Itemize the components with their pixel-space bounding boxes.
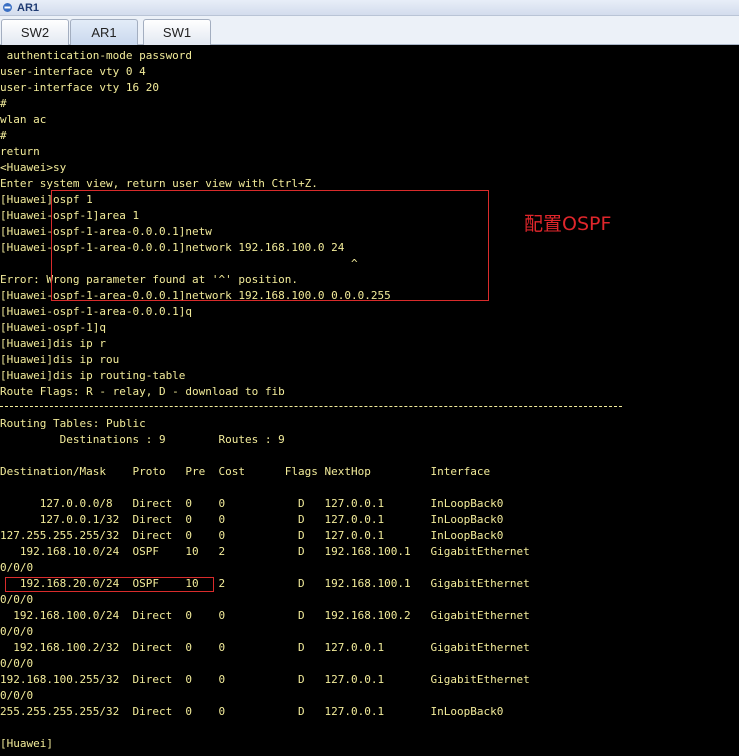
terminal-line: 192.168.10.0/24 OSPF 10 2 D 192.168.100.… [0, 545, 530, 558]
window-title: AR1 [17, 1, 40, 14]
annotation-box-ospf-route [5, 577, 214, 592]
terminal-line: 127.0.0.1/32 Direct 0 0 D 127.0.0.1 InLo… [0, 513, 504, 526]
terminal-line: Destinations : 9 Routes : 9 [0, 433, 285, 446]
terminal-line: Route Flags: R - relay, D - download to … [0, 385, 285, 398]
tab-ar1[interactable]: AR1 [70, 19, 138, 45]
terminal-line: 127.255.255.255/32 Direct 0 0 D 127.0.0.… [0, 529, 504, 542]
terminal-line: 0/0/0 [0, 561, 34, 574]
tab-sw2[interactable]: SW2 [1, 19, 69, 45]
app-icon [3, 3, 12, 12]
terminal-line: return [0, 145, 40, 158]
terminal-line: 192.168.100.2/32 Direct 0 0 D 127.0.0.1 … [0, 641, 530, 654]
terminal-line: 0/0/0 [0, 689, 34, 702]
terminal-line: <Huawei>sy [0, 161, 67, 174]
terminal-console[interactable]: authentication-mode password user-interf… [0, 46, 739, 756]
terminal-line: user-interface vty 0 4 [0, 65, 146, 78]
terminal-line: 0/0/0 [0, 625, 34, 638]
terminal-line: user-interface vty 16 20 [0, 81, 159, 94]
terminal-line: wlan ac [0, 113, 47, 126]
terminal-line: authentication-mode password [0, 49, 193, 62]
terminal-line: 255.255.255.255/32 Direct 0 0 D 127.0.0.… [0, 705, 504, 718]
tab-sw1[interactable]: SW1 [143, 19, 211, 45]
window-titlebar: AR1 [0, 0, 739, 16]
terminal-line: # [0, 129, 7, 142]
terminal-line: # [0, 97, 7, 110]
terminal-prompt: [Huawei] [0, 737, 53, 750]
annotation-label: 配置OSPF [524, 213, 612, 235]
terminal-line: Destination/Mask Proto Pre Cost Flags Ne… [0, 465, 491, 478]
terminal-line: 0/0/0 [0, 657, 34, 670]
annotation-box-ospf-config [51, 190, 489, 301]
terminal-line: 0/0/0 [0, 593, 34, 606]
terminal-line: [Huawei-ospf-1-area-0.0.0.1]q [0, 305, 193, 318]
terminal-line: [Huawei-ospf-1]q [0, 321, 106, 334]
terminal-line: 127.0.0.0/8 Direct 0 0 D 127.0.0.1 InLoo… [0, 497, 504, 510]
separator-rule [0, 406, 622, 407]
tab-bar: SW2 AR1 SW1 [0, 16, 739, 45]
terminal-line: Routing Tables: Public [0, 417, 146, 430]
terminal-line: [Huawei]dis ip routing-table [0, 369, 186, 382]
terminal-line: 192.168.100.0/24 Direct 0 0 D 192.168.10… [0, 609, 530, 622]
terminal-line: [Huawei]dis ip r [0, 337, 106, 350]
terminal-line: [Huawei]dis ip rou [0, 353, 120, 366]
terminal-line: 192.168.100.255/32 Direct 0 0 D 127.0.0.… [0, 673, 530, 686]
